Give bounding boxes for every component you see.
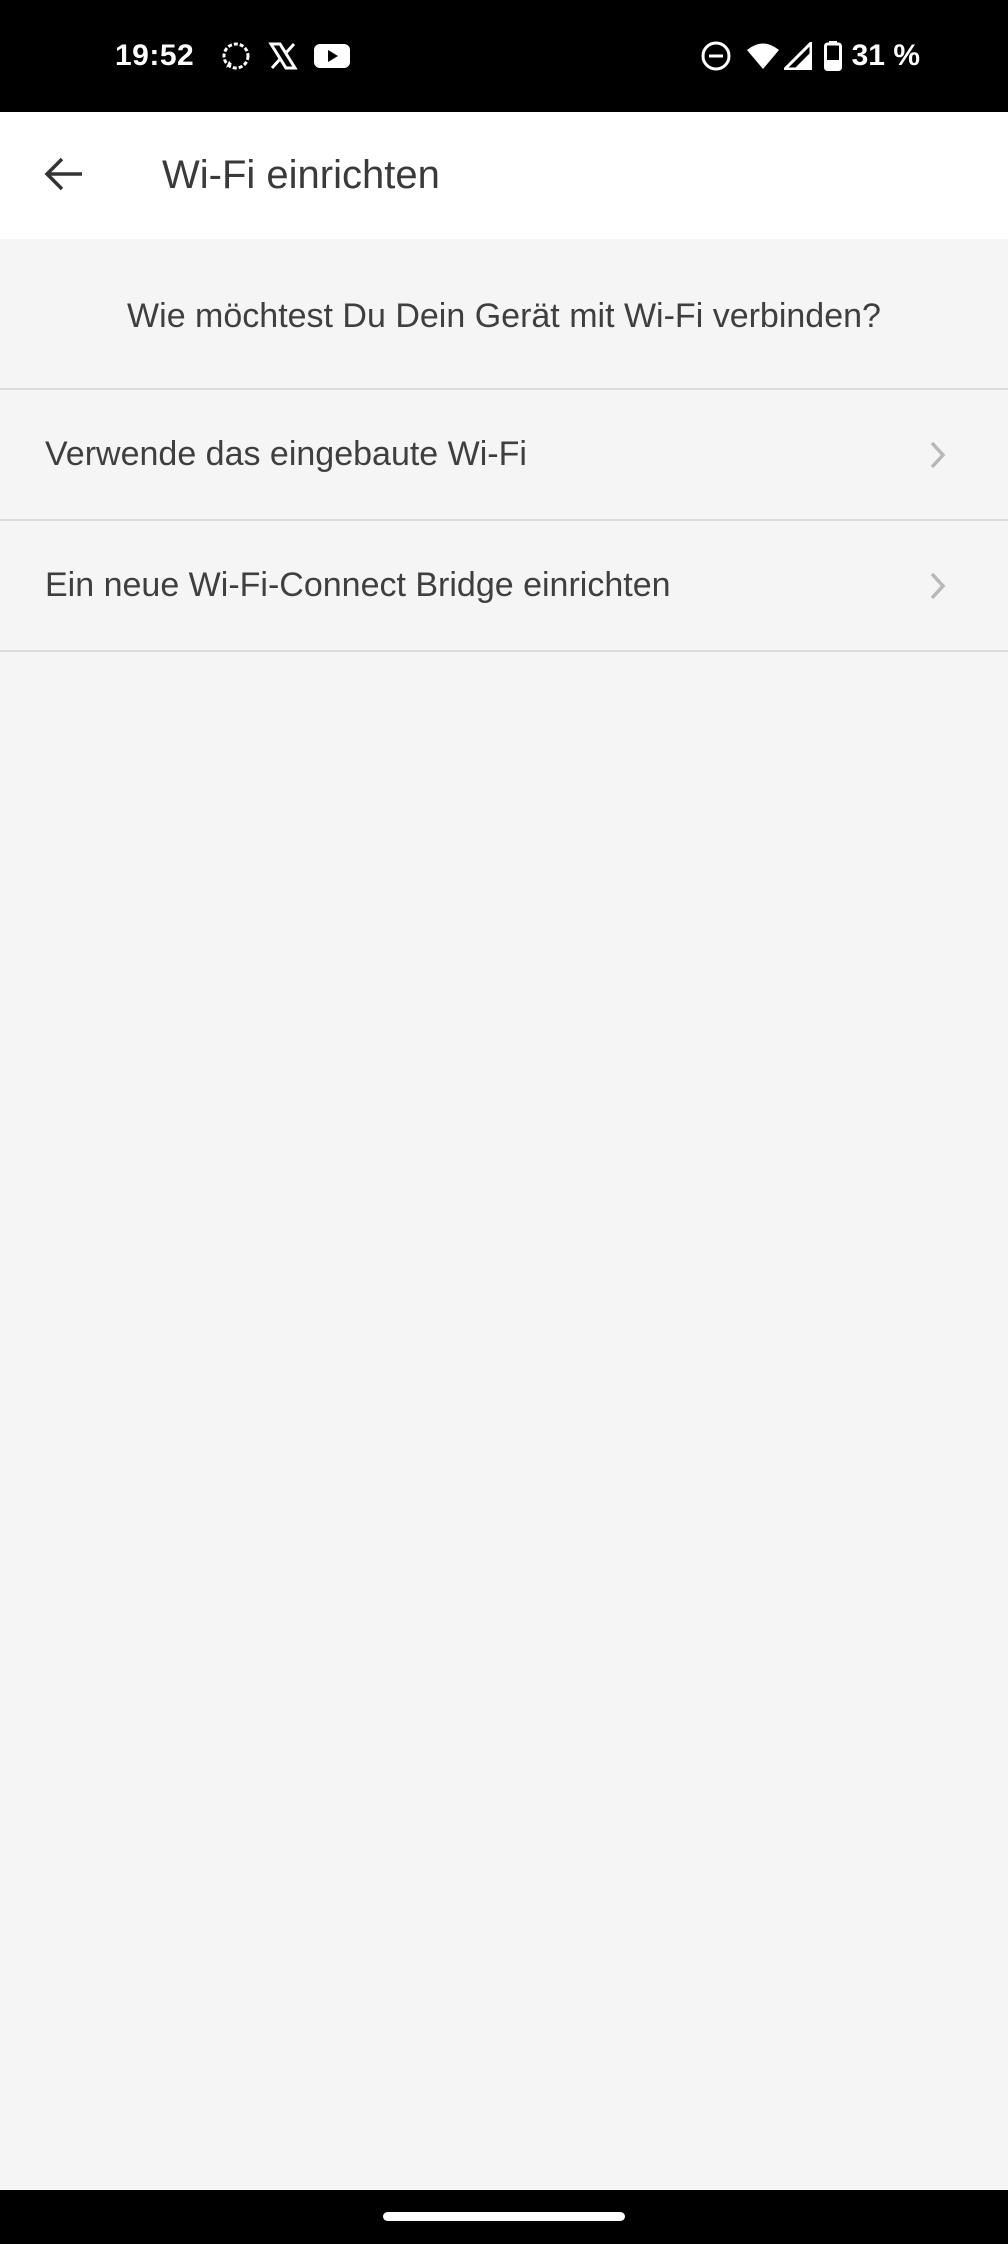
cell-signal-icon (783, 42, 812, 70)
signal-app-icon (220, 40, 252, 72)
app-bar: Wi-Fi einrichten (0, 112, 1008, 239)
chevron-right-icon (926, 435, 950, 475)
battery-icon (823, 41, 842, 71)
home-indicator[interactable] (383, 2212, 625, 2221)
option-label: Ein neue Wi-Fi-Connect Bridge einrichten (45, 566, 671, 604)
option-setup-bridge[interactable]: Ein neue Wi-Fi-Connect Bridge einrichten (0, 521, 1008, 652)
x-app-icon (268, 41, 298, 71)
option-builtin-wifi[interactable]: Verwende das eingebaute Wi-Fi (0, 390, 1008, 521)
status-left: 19:52 (115, 0, 351, 112)
status-bar: 19:52 31 % (0, 0, 1008, 112)
do-not-disturb-icon (700, 40, 732, 72)
youtube-icon (314, 42, 351, 70)
wifi-icon (746, 42, 780, 70)
battery-percentage: 31 % (851, 39, 920, 72)
status-right: 31 % (700, 0, 920, 112)
page-title: Wi-Fi einrichten (162, 153, 440, 197)
arrow-back-icon (44, 156, 84, 192)
chevron-right-icon (926, 566, 950, 606)
question-text: Wie möchtest Du Dein Gerät mit Wi-Fi ver… (0, 239, 1008, 390)
main-content: Wie möchtest Du Dein Gerät mit Wi-Fi ver… (0, 239, 1008, 652)
navigation-bar (0, 2190, 1008, 2244)
option-label: Verwende das eingebaute Wi-Fi (45, 435, 527, 473)
back-button[interactable] (24, 134, 104, 214)
status-time: 19:52 (115, 39, 195, 72)
